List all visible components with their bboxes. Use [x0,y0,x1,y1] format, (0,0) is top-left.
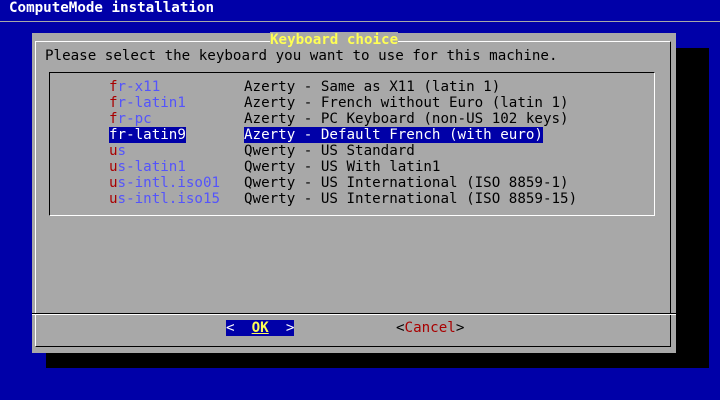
keyboard-code-hotkey: f [109,95,118,111]
keyboard-code-hotkey: f [109,127,118,143]
keyboard-code-rest: s [117,143,127,159]
window-title: ComputeMode installation [9,0,214,16]
keyboard-list-item[interactable]: fr-latin9 Azerty - Default French (with e… [50,127,654,143]
keyboard-code: fr-pc [109,111,152,127]
cancel-button[interactable]: <Cancel> [396,320,464,336]
button-separator-highlight [32,314,676,315]
keyboard-code-hotkey: u [109,143,118,159]
title-divider [0,21,720,22]
keyboard-code-rest: r-latin1 [117,95,186,111]
keyboard-code-rest: r-latin9 [117,127,186,143]
keyboard-dialog: Keyboard choice Please select the keyboa… [32,32,676,353]
ok-left-bracket: < [226,320,235,336]
keyboard-code-hotkey: u [109,191,118,207]
keyboard-code: us-intl.iso15 [109,191,220,207]
ok-button[interactable]: < OK > [226,320,295,336]
keyboard-code-rest: s-intl.iso01 [117,175,221,191]
keyboard-code-rest: r-pc [117,111,152,127]
keyboard-list-item[interactable]: us-latin1 Qwerty - US With latin1 [50,159,654,175]
keyboard-description: Qwerty - US International (ISO 8859-1) [244,175,569,191]
keyboard-list-item[interactable]: us Qwerty - US Standard [50,143,654,159]
keyboard-code: fr-latin1 [109,95,186,111]
keyboard-description: Azerty - Default French (with euro) [244,127,543,143]
keyboard-list-item[interactable]: us-intl.iso01 Qwerty - US International (… [50,175,654,191]
keyboard-code-rest: r-x11 [117,79,161,95]
keyboard-code-hotkey: f [109,111,118,127]
keyboard-description: Qwerty - US Standard [244,143,415,159]
keyboard-code-hotkey: u [109,175,118,191]
keyboard-description: Azerty - Same as X11 (latin 1) [244,79,501,95]
keyboard-description: Azerty - PC Keyboard (non-US 102 keys) [244,111,569,127]
keyboard-code: us [109,143,126,159]
cancel-hotkey: C [404,320,414,336]
keyboard-code-rest: s-intl.iso15 [117,191,221,207]
dialog-title: Keyboard choice [270,32,399,48]
keyboard-code-hotkey: f [109,79,118,95]
cancel-label: ancel [413,320,456,336]
keyboard-list-item[interactable]: fr-latin1 Azerty - French without Euro (l… [50,95,654,111]
keyboard-description: Qwerty - US International (ISO 8859-15) [244,191,578,207]
ok-label: OK [251,320,269,336]
keyboard-list[interactable]: fr-x11 Azerty - Same as X11 (latin 1) fr-l… [49,72,655,216]
keyboard-code: fr-latin9 [109,127,186,143]
keyboard-code: fr-x11 [109,79,160,95]
keyboard-code-hotkey: u [109,159,118,175]
keyboard-code: us-latin1 [109,159,186,175]
dialog-prompt: Please select the keyboard you want to u… [45,48,558,64]
keyboard-code-rest: s-latin1 [117,159,186,175]
keyboard-list-item[interactable]: fr-x11 Azerty - Same as X11 (latin 1) [50,79,654,95]
keyboard-description: Qwerty - US With latin1 [244,159,441,175]
keyboard-list-item[interactable]: us-intl.iso15 Qwerty - US International (… [50,191,654,207]
ok-right-bracket: > [285,320,295,336]
cancel-right-bracket: > [455,320,465,336]
cancel-left-bracket: < [396,320,405,336]
keyboard-code: us-intl.iso01 [109,175,220,191]
keyboard-description: Azerty - French without Euro (latin 1) [244,95,569,111]
keyboard-list-item[interactable]: fr-pc Azerty - PC Keyboard (non-US 102 ke… [50,111,654,127]
